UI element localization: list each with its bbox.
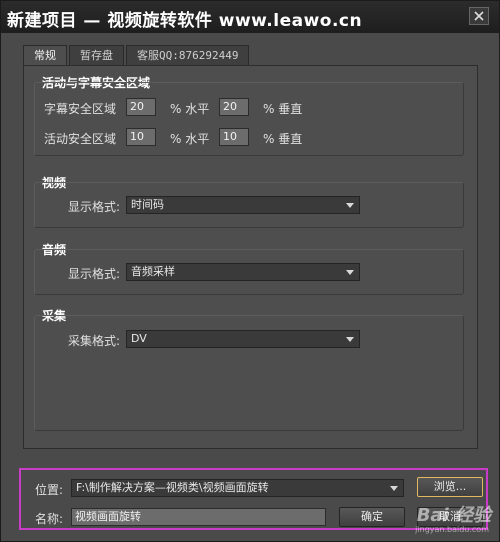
chevron-down-icon	[346, 337, 354, 342]
chevron-down-icon	[346, 203, 354, 208]
tab-bar: 常规 暂存盘 客服QQ:876292449	[23, 45, 251, 66]
general-tab-panel: 活动与字幕安全区域 字幕安全区域 20 % 水平 20 % 垂直 活动安全区域 …	[23, 65, 478, 449]
tab-scratch-disks[interactable]: 暂存盘	[69, 45, 124, 65]
browse-button[interactable]: 浏览...	[417, 477, 483, 497]
video-display-format-value: 时间码	[131, 198, 164, 211]
title-safe-label: 字幕安全区域	[44, 102, 117, 116]
title-safe-horizontal-unit: % 水平	[170, 102, 210, 116]
close-icon	[474, 11, 484, 21]
title-safe-vertical-unit: % 垂直	[263, 102, 303, 116]
tab-support-qq[interactable]: 客服QQ:876292449	[126, 45, 250, 65]
chevron-down-icon	[390, 486, 398, 491]
title-bar: 新建项目 — 视频旋转软件 www.leawo.cn	[1, 1, 499, 33]
action-safe-horizontal-unit: % 水平	[170, 132, 210, 146]
baidu-watermark-url: jingyan.baidu.com	[415, 525, 489, 534]
capture-format-value: DV	[131, 332, 147, 345]
audio-display-format-select[interactable]: 音频采样	[126, 263, 360, 281]
action-safe-vertical-unit: % 垂直	[263, 132, 303, 146]
action-safe-label: 活动安全区域	[44, 132, 117, 146]
project-name-field[interactable]: 视频画面旋转	[71, 508, 326, 526]
action-safe-horizontal-field[interactable]: 10	[126, 128, 156, 146]
location-value: F:\制作解决方案—视频类\视频画面旋转	[76, 481, 269, 494]
capture-format-select[interactable]: DV	[126, 330, 360, 348]
video-display-format-label: 显示格式:	[68, 200, 121, 214]
audio-display-format-label: 显示格式:	[68, 267, 121, 281]
title-safe-horizontal-field[interactable]: 20	[126, 98, 156, 116]
location-select[interactable]: F:\制作解决方案—视频类\视频画面旋转	[71, 479, 404, 497]
close-button[interactable]	[469, 7, 489, 25]
location-label: 位置:	[35, 483, 64, 497]
ok-button[interactable]: 确定	[339, 507, 405, 527]
capture-format-label: 采集格式:	[68, 334, 121, 348]
window-title: 新建项目 — 视频旋转软件 www.leawo.cn	[7, 11, 363, 31]
title-safe-vertical-field[interactable]: 20	[219, 98, 249, 116]
tab-general[interactable]: 常规	[23, 45, 67, 66]
audio-display-format-value: 音频采样	[131, 265, 175, 278]
name-label: 名称:	[35, 512, 64, 526]
chevron-down-icon	[346, 270, 354, 275]
baidu-watermark: Bai 经验	[416, 505, 491, 526]
action-safe-vertical-field[interactable]: 10	[219, 128, 249, 146]
new-project-dialog: 新建项目 — 视频旋转软件 www.leawo.cn 常规 暂存盘 客服QQ:8…	[0, 0, 500, 542]
video-display-format-select[interactable]: 时间码	[126, 196, 360, 214]
